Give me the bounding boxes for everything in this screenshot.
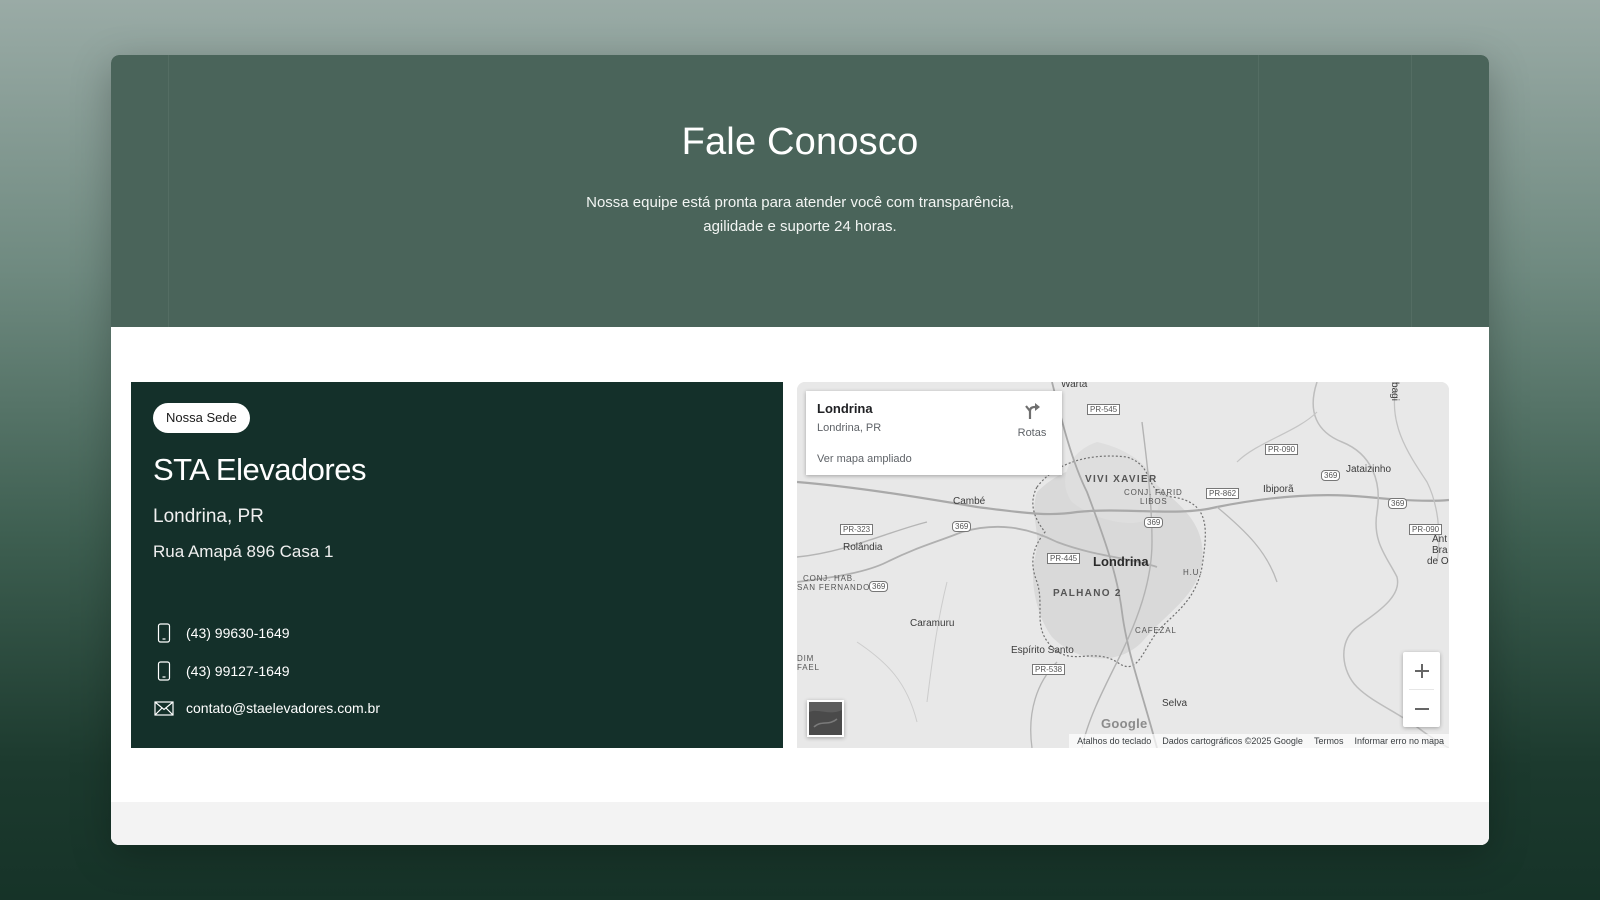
zoom-out-button[interactable]: [1403, 690, 1440, 727]
footer-strip: [111, 802, 1489, 845]
map-label: H.U.: [1183, 568, 1203, 577]
hero-subtitle: Nossa equipe está pronta para atender vo…: [111, 191, 1489, 239]
map-label: Rolândia: [843, 542, 883, 553]
google-logo: Google: [1101, 716, 1148, 731]
map-label: Selva: [1162, 698, 1188, 709]
minus-icon: [1414, 707, 1429, 710]
map-label: Tibagi: [1388, 382, 1400, 401]
map-label: Cambé: [953, 496, 986, 507]
phone-number[interactable]: (43) 99127-1649: [186, 663, 290, 679]
map-place-card: Londrina Londrina, PR Ver mapa ampliado …: [806, 391, 1062, 475]
phone-icon: [153, 660, 175, 682]
report-error-link[interactable]: Informar erro no mapa: [1354, 736, 1444, 746]
map-label: Espírito Santo: [1011, 645, 1074, 656]
road-shield: PR-538: [1032, 664, 1066, 675]
road-shield: PR-090: [1409, 524, 1443, 535]
directions-label: Rotas: [1017, 427, 1047, 439]
map-label: LIBOS: [1140, 497, 1168, 506]
map-label: CONJ. FARID: [1124, 488, 1183, 497]
map-label: SAN FERNANDO: [797, 583, 871, 592]
headquarters-panel: Nossa Sede STA Elevadores Londrina, PR R…: [131, 382, 783, 748]
zoom-in-button[interactable]: [1403, 652, 1440, 689]
keyboard-shortcuts-link[interactable]: Atalhos do teclado: [1077, 736, 1151, 746]
map-attribution: Atalhos do teclado Dados cartográficos ©…: [1069, 734, 1449, 748]
map-label: Bra: [1432, 545, 1448, 556]
road-shield: PR-862: [1206, 488, 1240, 499]
company-name: STA Elevadores: [153, 452, 366, 487]
road-shield: PR-090: [1265, 444, 1299, 455]
company-address: Rua Amapá 896 Casa 1: [153, 542, 334, 561]
place-name: Londrina: [817, 401, 873, 416]
directions-button[interactable]: Rotas: [1012, 401, 1052, 439]
map-label: de O: [1427, 556, 1449, 567]
company-city: Londrina, PR: [153, 506, 264, 527]
terms-link[interactable]: Termos: [1314, 736, 1344, 746]
map-label: Ibiporã: [1263, 484, 1294, 495]
map-label: Warta: [1061, 382, 1088, 390]
map-data-credit: Dados cartográficos ©2025 Google: [1162, 736, 1303, 746]
phone-row[interactable]: (43) 99127-1649: [153, 659, 290, 683]
directions-icon: [1025, 403, 1040, 419]
road-shield: 369: [1388, 498, 1408, 509]
map-label: PALHANO 2: [1053, 588, 1122, 599]
road-shield: 369: [1321, 470, 1341, 481]
hero-subtitle-line: Nossa equipe está pronta para atender vo…: [586, 194, 1014, 211]
embedded-map[interactable]: Warta Tibagi VIVI XAVIER CONJ. FARID LIB…: [797, 382, 1449, 748]
contact-card: Fale Conosco Nossa equipe está pronta pa…: [111, 55, 1489, 845]
map-label: CONJ. HAB.: [803, 574, 856, 583]
phone-number[interactable]: (43) 99630-1649: [186, 625, 290, 641]
road-shield: 369: [869, 581, 889, 592]
road-shield: 369: [1144, 517, 1164, 528]
hero-section: Fale Conosco Nossa equipe está pronta pa…: [111, 55, 1489, 327]
place-address: Londrina, PR: [817, 422, 882, 434]
larger-map-link[interactable]: Ver mapa ampliado: [817, 453, 912, 465]
page-title: Fale Conosco: [681, 121, 919, 163]
phone-icon: [153, 622, 175, 644]
map-label: FAEL: [797, 663, 820, 672]
road-shield: PR-323: [840, 524, 874, 535]
map-label: Caramuru: [910, 618, 955, 629]
satellite-thumbnail-icon: [809, 702, 842, 735]
map-label: DIM: [797, 654, 815, 663]
plus-icon: [1414, 663, 1429, 678]
road-shield: PR-545: [1087, 404, 1121, 415]
map-label: VIVI XAVIER: [1085, 474, 1158, 485]
map-label: Jataizinho: [1346, 464, 1392, 475]
phone-row[interactable]: (43) 99630-1649: [153, 621, 290, 645]
headquarters-badge: Nossa Sede: [153, 403, 250, 433]
map-label: Londrina: [1093, 554, 1149, 569]
map-type-toggle[interactable]: [807, 700, 844, 737]
map-label: CAFEZAL: [1135, 626, 1177, 635]
road-shield: 369: [952, 521, 972, 532]
email-address[interactable]: contato@staelevadores.com.br: [186, 700, 380, 716]
hero-subtitle-line: agilidade e suporte 24 horas.: [703, 218, 897, 235]
email-row[interactable]: contato@staelevadores.com.br: [153, 696, 380, 720]
map-label: Ant: [1432, 534, 1448, 545]
road-shield: PR-445: [1047, 553, 1081, 564]
zoom-control: [1403, 652, 1440, 727]
mail-icon: [153, 697, 175, 719]
